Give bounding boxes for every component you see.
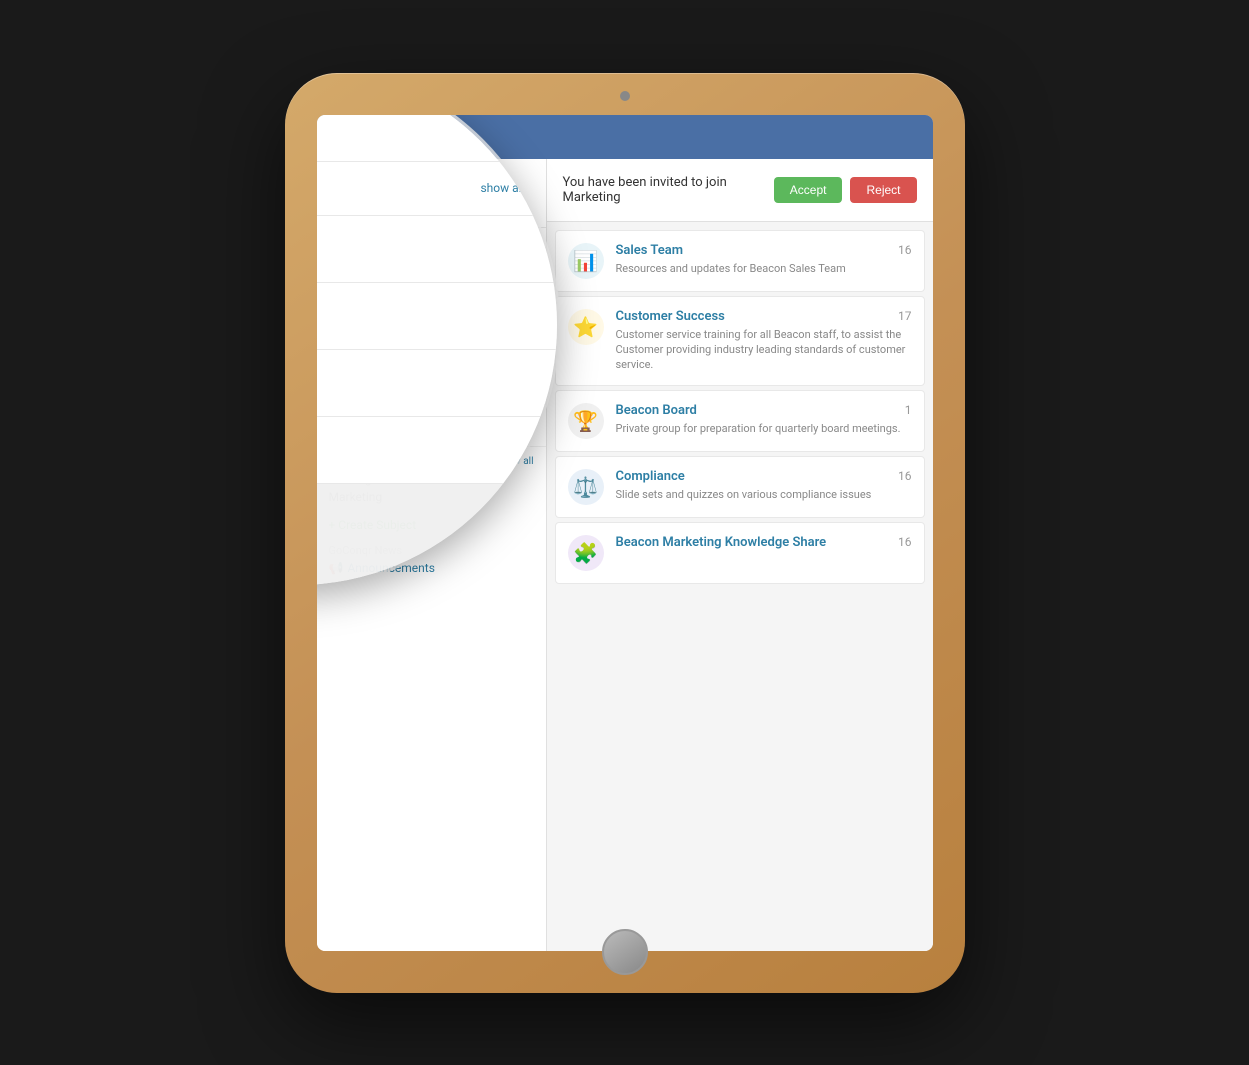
beacon-board-group-icon: 🏆	[568, 403, 604, 439]
invite-text: You have been invited to join Marketing	[563, 175, 774, 205]
beacon-marketing-group-icon: 🧩	[568, 535, 604, 571]
magnify-item-compliance[interactable]: 🏛 Compliance	[317, 350, 557, 417]
group-card-beacon-board[interactable]: 🏆 Beacon Board 1 Private group for prepa…	[555, 390, 925, 452]
invite-actions: Accept Reject	[774, 177, 917, 203]
group-name: Beacon Marketing Knowledge Share	[616, 535, 827, 550]
group-name-row: Customer Success 17	[616, 309, 912, 324]
magnify-org-type: Business	[317, 119, 327, 135]
group-name-row: Compliance 16	[616, 469, 912, 484]
group-card-sales-team[interactable]: 📊 Sales Team 16 Resources and updates fo…	[555, 230, 925, 292]
group-desc: Private group for preparation for quarte…	[616, 421, 912, 436]
invite-banner: You have been invited to join Marketing …	[547, 159, 933, 222]
group-count: 1	[905, 403, 912, 417]
sales-team-group-icon: 📊	[568, 243, 604, 279]
group-count: 16	[898, 469, 912, 483]
magnify-org-name: Beacon Communic...	[317, 115, 327, 119]
group-name-row: Beacon Marketing Knowledge Share 16	[616, 535, 912, 550]
ipad-screen: 🏰 Beacon Communic... Business Darcy · Re…	[317, 115, 933, 951]
group-count: 16	[898, 535, 912, 549]
group-name: Beacon Board	[616, 403, 697, 418]
magnify-item-customer-success[interactable]: 🏛 Customer Success	[317, 283, 557, 350]
ipad-shell: 🏰 Beacon Communic... Business Darcy · Re…	[285, 73, 965, 993]
group-card-customer-success[interactable]: ⭐ Customer Success 17 Customer service t…	[555, 296, 925, 386]
magnify-org-info: Beacon Communic... Business	[317, 115, 327, 135]
group-name: Compliance	[616, 469, 685, 484]
reject-button[interactable]: Reject	[850, 177, 916, 203]
groups-list: 📊 Sales Team 16 Resources and updates fo…	[547, 222, 933, 592]
group-desc: Customer service training for all Beacon…	[616, 327, 912, 373]
group-info: Beacon Marketing Knowledge Share 16	[616, 535, 912, 550]
group-info: Beacon Board 1 Private group for prepara…	[616, 403, 912, 436]
group-count: 17	[898, 309, 912, 323]
compliance-group-icon: ⚖️	[568, 469, 604, 505]
main-panel: You have been invited to join Marketing …	[547, 159, 933, 951]
magnify-item-sales-team[interactable]: 🏛 Sales Team	[317, 216, 557, 283]
customer-success-group-icon: ⭐	[568, 309, 604, 345]
group-name: Customer Success	[616, 309, 725, 324]
group-name: Sales Team	[616, 243, 684, 258]
accept-button[interactable]: Accept	[774, 177, 843, 203]
group-name-row: Beacon Board 1	[616, 403, 912, 418]
group-name-row: Sales Team 16	[616, 243, 912, 258]
group-card-beacon-marketing[interactable]: 🧩 Beacon Marketing Knowledge Share 16	[555, 522, 925, 584]
group-card-compliance[interactable]: ⚖️ Compliance 16 Slide sets and quizzes …	[555, 456, 925, 518]
group-desc: Slide sets and quizzes on various compli…	[616, 487, 912, 502]
group-info: Compliance 16 Slide sets and quizzes on …	[616, 469, 912, 502]
group-count: 16	[898, 243, 912, 257]
group-info: Sales Team 16 Resources and updates for …	[616, 243, 912, 276]
group-desc: Resources and updates for Beacon Sales T…	[616, 261, 912, 276]
group-info: Customer Success 17 Customer service tra…	[616, 309, 912, 373]
